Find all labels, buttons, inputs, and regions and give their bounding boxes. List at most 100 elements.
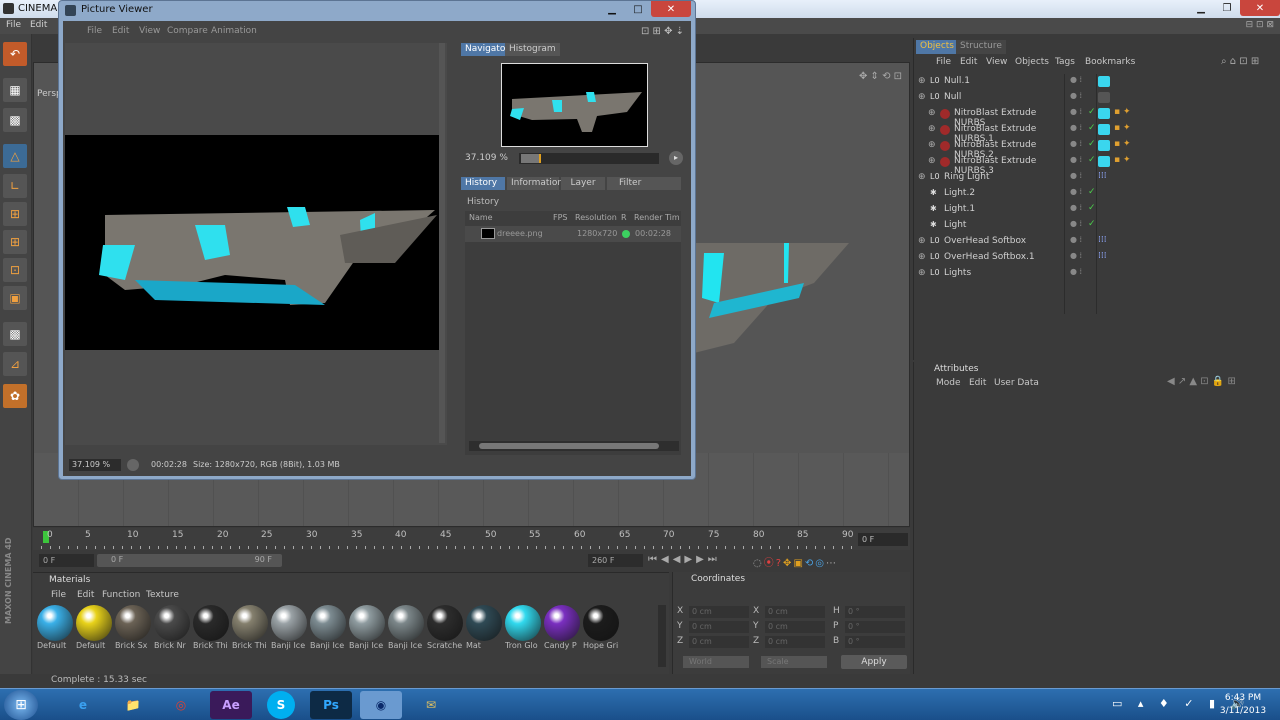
material-swatch[interactable] bbox=[37, 605, 73, 641]
visibility-dots-icon[interactable]: ● ⁞ bbox=[1070, 123, 1082, 132]
pv-zoom-icon[interactable] bbox=[127, 459, 139, 471]
objects-menu-view[interactable]: View bbox=[986, 57, 1007, 67]
pv-canvas-scrollbar[interactable] bbox=[439, 43, 445, 443]
coord-value-field[interactable]: 0 ° bbox=[845, 606, 905, 618]
navigator-zoom-slider[interactable] bbox=[519, 153, 659, 164]
table-row[interactable]: dreeee.png 1280x720 00:02:28 bbox=[465, 226, 681, 242]
edges-mode-icon[interactable]: ⊡ bbox=[3, 258, 27, 282]
light-tag-icon[interactable]: ⁞⁞⁞ bbox=[1098, 251, 1107, 261]
world-dropdown[interactable]: World bbox=[683, 656, 749, 668]
range-slider[interactable]: 0 F 90 F bbox=[97, 554, 282, 567]
zoom-slider-handle[interactable] bbox=[521, 154, 541, 163]
material-tag-icon[interactable] bbox=[1098, 140, 1110, 151]
pv-maximize-button[interactable]: □ bbox=[625, 1, 651, 17]
close-button[interactable]: ✕ bbox=[1240, 0, 1280, 16]
objects-menu-bookmarks[interactable]: Bookmarks bbox=[1085, 57, 1135, 67]
object-row[interactable]: ⊕ L0 OverHead Softbox bbox=[914, 234, 1064, 250]
light-tag-icon[interactable]: ⁞⁞⁞ bbox=[1098, 171, 1107, 181]
enabled-check-icon[interactable]: ✓ bbox=[1088, 107, 1096, 117]
expand-icon[interactable]: ⊕ bbox=[918, 236, 926, 246]
history-hscrollbar[interactable] bbox=[469, 441, 679, 451]
object-row[interactable]: ⊕ L0 OverHead Softbox.1 bbox=[914, 250, 1064, 266]
record-keys-icons[interactable]: ◌⦿?✥▣⟲◎⋯ bbox=[753, 554, 838, 569]
object-row[interactable]: ⊕ L0 Null.1 bbox=[914, 74, 1064, 90]
material-swatch[interactable] bbox=[115, 605, 151, 641]
objects-menu-file[interactable]: File bbox=[936, 57, 951, 67]
minimize-button[interactable]: ▁ bbox=[1188, 0, 1214, 16]
undo-tool-icon[interactable]: ↶ bbox=[3, 42, 27, 66]
visibility-dots-icon[interactable]: ● ⁞ bbox=[1070, 187, 1082, 196]
coord-value-field[interactable]: 0 cm bbox=[689, 606, 749, 618]
axis-mode-icon[interactable]: ∟ bbox=[3, 174, 27, 198]
material-swatch[interactable] bbox=[349, 605, 385, 641]
apply-button[interactable]: Apply bbox=[841, 655, 907, 669]
visibility-dots-icon[interactable]: ● ⁞ bbox=[1070, 171, 1082, 180]
materials-menu-file[interactable]: File bbox=[51, 590, 66, 600]
material-swatch[interactable] bbox=[466, 605, 502, 641]
coord-value-field[interactable]: 0 ° bbox=[845, 621, 905, 633]
tab-histogram[interactable]: Histogram bbox=[505, 43, 560, 56]
light-tag-icon[interactable]: ⁞⁞⁞ bbox=[1098, 235, 1107, 245]
polygons-mode-icon[interactable]: ▣ bbox=[3, 286, 27, 310]
chrome-icon[interactable]: ◎ bbox=[160, 691, 202, 719]
scale-dropdown[interactable]: Scale bbox=[761, 656, 827, 668]
visibility-dots-icon[interactable]: ● ⁞ bbox=[1070, 139, 1082, 148]
objects-menu-edit[interactable]: Edit bbox=[960, 57, 977, 67]
panel-window-controls[interactable]: ⊟ ⊡ ⊠ bbox=[1246, 20, 1274, 30]
end-frame-field[interactable]: 260 F bbox=[588, 554, 643, 567]
coord-value-field[interactable]: 0 cm bbox=[689, 621, 749, 633]
snap-icon[interactable]: ⊿ bbox=[3, 352, 27, 376]
tab-layer[interactable]: Layer bbox=[561, 177, 605, 190]
visibility-dots-icon[interactable]: ● ⁞ bbox=[1070, 267, 1082, 276]
film-clapper-icon[interactable]: ▦ bbox=[3, 78, 27, 102]
pv-close-button[interactable]: ✕ bbox=[651, 1, 691, 17]
material-swatch[interactable] bbox=[154, 605, 190, 641]
expand-icon[interactable]: ⊕ bbox=[918, 172, 926, 182]
material-swatch[interactable] bbox=[310, 605, 346, 641]
points-mode-icon[interactable]: ⊞ bbox=[3, 230, 27, 254]
object-row[interactable]: ⊕ L0 Ring Light bbox=[914, 170, 1064, 186]
tab-history[interactable]: History bbox=[461, 177, 505, 190]
material-tag-icon[interactable] bbox=[1098, 124, 1110, 135]
checkerboard-icon[interactable]: ▩ bbox=[3, 322, 27, 346]
material-tag-icon[interactable] bbox=[1098, 76, 1110, 87]
object-row[interactable]: ⊕ NitroBlast Extrude NURBS bbox=[914, 106, 1064, 128]
material-swatch[interactable] bbox=[193, 605, 229, 641]
skype-icon[interactable]: S bbox=[267, 691, 295, 719]
expand-icon[interactable]: ⊕ bbox=[918, 92, 926, 102]
expand-icon[interactable]: ⊕ bbox=[928, 140, 936, 150]
explorer-icon[interactable]: 📁 bbox=[112, 691, 154, 719]
attributes-nav-icons[interactable]: ◀ ↗ ▲ ⊡ 🔒 ⊞ bbox=[1167, 376, 1236, 387]
hscroll-thumb[interactable] bbox=[479, 443, 659, 449]
object-row[interactable]: ⊕ L0 Lights bbox=[914, 266, 1064, 282]
sculpt-icon[interactable]: ✿ bbox=[3, 384, 27, 408]
material-swatch[interactable] bbox=[427, 605, 463, 641]
timeline[interactable]: 0 5 10 15 20 25 30 35 40 45 50 55 60 65 … bbox=[33, 528, 910, 550]
visibility-dots-icon[interactable]: ● ⁞ bbox=[1070, 219, 1082, 228]
material-tag-icon[interactable] bbox=[1098, 156, 1110, 167]
enabled-check-icon[interactable]: ✓ bbox=[1088, 155, 1096, 165]
objects-menu-objects[interactable]: Objects bbox=[1015, 57, 1049, 67]
coord-value-field[interactable]: 0 ° bbox=[845, 636, 905, 648]
start-button[interactable]: ⊞ bbox=[4, 690, 38, 720]
visibility-dots-icon[interactable]: ● ⁞ bbox=[1070, 203, 1082, 212]
texture-tag-icon[interactable]: ▪ ✦ bbox=[1114, 139, 1131, 149]
cinema4d-icon[interactable]: ◉ bbox=[360, 691, 402, 719]
visibility-dots-icon[interactable]: ● ⁞ bbox=[1070, 155, 1082, 164]
coord-value-field[interactable]: 0 cm bbox=[765, 636, 825, 648]
visibility-dots-icon[interactable]: ● ⁞ bbox=[1070, 91, 1082, 100]
visibility-dots-icon[interactable]: ● ⁞ bbox=[1070, 107, 1082, 116]
material-swatch[interactable] bbox=[505, 605, 541, 641]
enabled-check-icon[interactable]: ✓ bbox=[1088, 187, 1096, 197]
checker-texture-icon[interactable]: ▩ bbox=[3, 108, 27, 132]
material-swatch[interactable] bbox=[583, 605, 619, 641]
zoom-next-icon[interactable]: ▸ bbox=[669, 151, 683, 165]
current-frame-field[interactable]: 0 F bbox=[858, 533, 908, 546]
model-mode-icon[interactable]: △ bbox=[3, 144, 27, 168]
tab-objects[interactable]: Objects bbox=[916, 40, 959, 54]
aftereffects-icon[interactable]: Ae bbox=[210, 691, 252, 719]
material-swatch[interactable] bbox=[388, 605, 424, 641]
pv-minimize-button[interactable]: ▁ bbox=[599, 1, 625, 17]
expand-icon[interactable]: ⊕ bbox=[918, 252, 926, 262]
materials-scrollbar[interactable] bbox=[658, 605, 666, 667]
